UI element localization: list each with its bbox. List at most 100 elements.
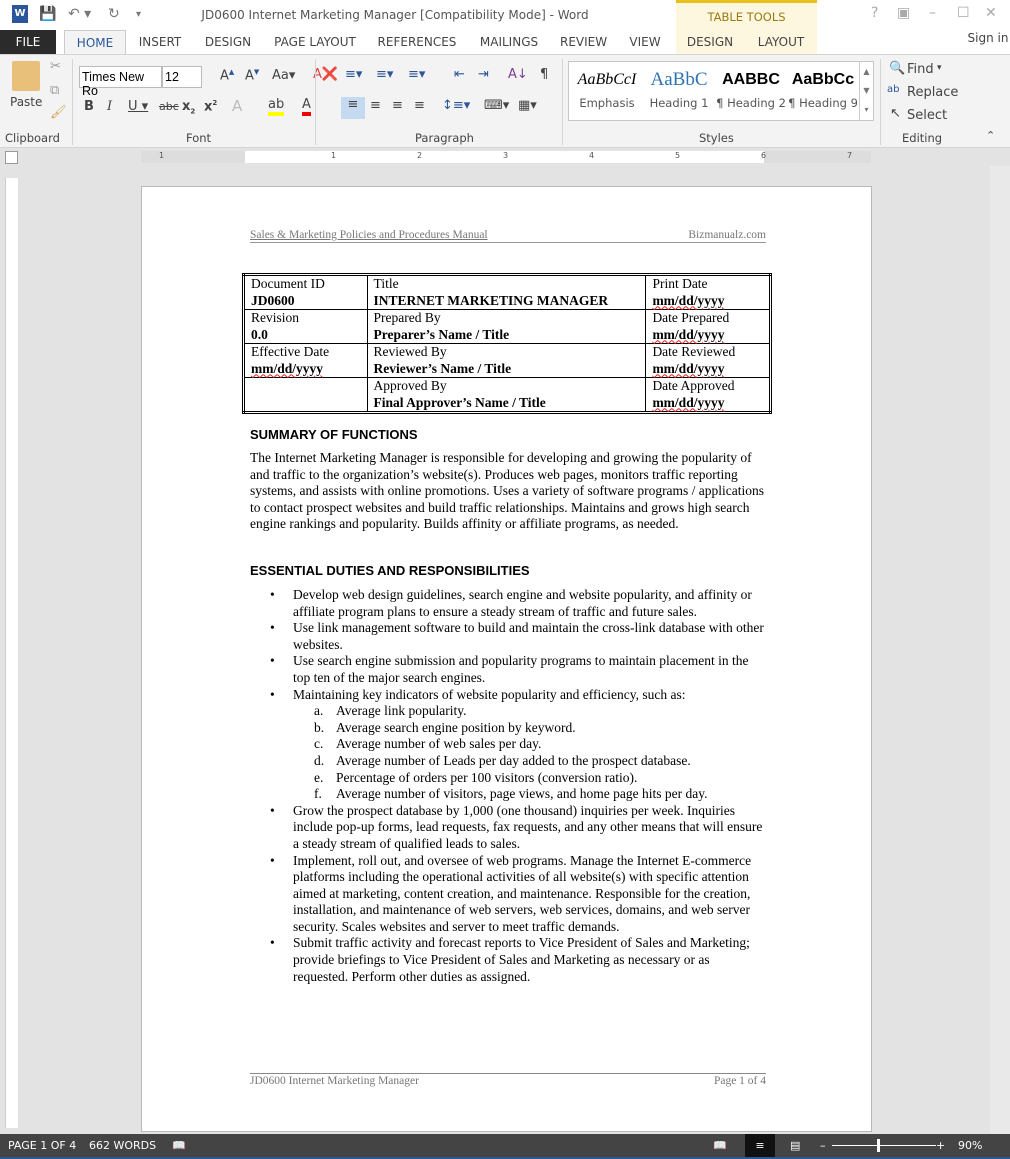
change-case-icon[interactable]: Aa▾: [272, 68, 295, 83]
zoom-level[interactable]: 90%: [958, 1134, 982, 1157]
info-table-cell[interactable]: Date Approved mm/dd/yyyy: [645, 377, 771, 413]
word-count[interactable]: 662 WORDS: [89, 1134, 156, 1157]
info-table-cell[interactable]: Date Reviewed mm/dd/yyyy: [645, 343, 771, 378]
styles-scroll[interactable]: ▲ ▼ ▾: [859, 62, 873, 120]
bullets-icon[interactable]: ≡▾: [345, 67, 362, 82]
shading-icon[interactable]: ⌨▾: [484, 98, 509, 113]
info-table-cell[interactable]: Effective Date mm/dd/yyyy: [243, 343, 368, 378]
line-spacing-icon[interactable]: ↕≡▾: [442, 98, 470, 113]
info-table-cell[interactable]: [243, 377, 368, 413]
document-page[interactable]: Sales & Marketing Policies and Procedure…: [141, 186, 872, 1132]
duty-text: Submit traffic activity and forecast rep…: [293, 935, 750, 984]
align-left-icon[interactable]: ≡: [341, 97, 365, 119]
sort-icon[interactable]: A↓: [508, 67, 528, 82]
tab-table-design[interactable]: DESIGN: [684, 30, 736, 54]
tab-file[interactable]: FILE: [0, 30, 56, 54]
page-count[interactable]: PAGE 1 OF 4: [8, 1134, 76, 1157]
text-effects-icon[interactable]: A: [232, 97, 242, 115]
paste-button[interactable]: Paste: [10, 95, 42, 109]
font-color-icon[interactable]: A: [302, 97, 311, 116]
numbering-icon[interactable]: ≡▾: [376, 67, 393, 82]
info-table-cell[interactable]: Revision 0.0: [243, 309, 368, 344]
find-button[interactable]: Find: [907, 62, 934, 77]
print-layout-icon[interactable]: ≡: [745, 1134, 775, 1157]
increase-indent-icon[interactable]: ⇥: [478, 67, 489, 82]
font-name-combo[interactable]: Times New Ro: [79, 66, 162, 98]
info-table-cell[interactable]: Prepared By Preparer’s Name / Title: [366, 309, 647, 344]
zoom-slider[interactable]: [832, 1145, 936, 1146]
minimize-icon[interactable]: –: [929, 5, 936, 21]
close-icon[interactable]: ✕: [985, 5, 997, 21]
info-table-cell[interactable]: Date Prepared mm/dd/yyyy: [645, 309, 771, 344]
sign-in-link[interactable]: Sign in: [966, 26, 1010, 50]
style-emphasis[interactable]: AaBbCcI Emphasis: [571, 62, 643, 110]
replace-icon[interactable]: ab: [887, 84, 899, 95]
paste-icon[interactable]: [12, 61, 40, 91]
select-cursor-icon[interactable]: ↖: [890, 106, 901, 121]
shrink-font-icon[interactable]: A▼: [245, 68, 259, 83]
underline-icon[interactable]: U ▾: [128, 99, 148, 114]
copy-icon[interactable]: ⧉: [50, 83, 59, 98]
zoom-slider-thumb[interactable]: [877, 1139, 881, 1152]
info-table-cell[interactable]: Title INTERNET MARKETING MANAGER: [366, 274, 647, 310]
cut-icon[interactable]: ✂: [50, 59, 61, 74]
info-table-cell[interactable]: Reviewed By Reviewer’s Name / Title: [366, 343, 647, 378]
subscript-icon[interactable]: x2: [182, 99, 195, 116]
style-heading-1[interactable]: AaBbC Heading 1: [643, 62, 715, 110]
help-icon[interactable]: ?: [871, 5, 878, 21]
maximize-icon[interactable]: ☐: [957, 5, 970, 21]
tab-page-layout[interactable]: PAGE LAYOUT: [272, 30, 358, 54]
show-formatting-icon[interactable]: ¶: [540, 67, 548, 82]
justify-icon[interactable]: ≡: [414, 98, 425, 113]
read-mode-icon[interactable]: 📖: [713, 1134, 727, 1157]
ribbon-display-icon[interactable]: ▣: [897, 5, 910, 21]
tab-insert[interactable]: INSERT: [134, 30, 186, 54]
find-dropdown-icon[interactable]: ▾: [937, 63, 942, 73]
cell-value: mm/dd/yyyy: [652, 292, 725, 308]
tab-table-layout[interactable]: LAYOUT: [752, 30, 810, 54]
decrease-indent-icon[interactable]: ⇤: [454, 67, 465, 82]
tab-review[interactable]: REVIEW: [560, 30, 607, 54]
find-icon[interactable]: 🔍: [889, 61, 905, 76]
replace-button[interactable]: Replace: [907, 85, 958, 100]
duty-text: Maintaining key indicators of website po…: [293, 686, 686, 702]
tab-design[interactable]: DESIGN: [200, 30, 256, 54]
style-preview: AaBbC: [650, 69, 708, 90]
tab-view[interactable]: VIEW: [626, 30, 664, 54]
grow-font-icon[interactable]: A▲: [220, 68, 234, 83]
align-right-icon[interactable]: ≡: [392, 98, 403, 113]
strikethrough-icon[interactable]: abc: [159, 100, 179, 113]
format-painter-icon[interactable]: 🖌: [50, 105, 67, 120]
document-info-table[interactable]: Document ID JD0600 Title INTERNET MARKETING…: [242, 273, 772, 414]
font-size-combo[interactable]: 12: [162, 66, 202, 88]
superscript-icon[interactable]: x2: [204, 99, 217, 114]
align-center-icon[interactable]: ≡: [370, 98, 381, 113]
proofing-icon[interactable]: 📖: [172, 1134, 186, 1157]
style-heading-9[interactable]: AaBbCc ¶ Heading 9: [787, 62, 859, 110]
table-tools-label: TABLE TOOLS: [707, 10, 786, 24]
italic-icon[interactable]: I: [107, 99, 112, 114]
bullet-icon: •: [270, 587, 275, 602]
clear-formatting-icon[interactable]: A❌: [313, 67, 338, 82]
style-heading-2[interactable]: AABBC ¶ Heading 2: [715, 62, 787, 110]
zoom-out-icon[interactable]: –: [820, 1134, 826, 1157]
collapse-ribbon-icon[interactable]: ⌃: [986, 129, 995, 142]
borders-icon[interactable]: ▦▾: [518, 98, 537, 113]
select-button[interactable]: Select: [907, 108, 947, 123]
info-table-cell[interactable]: Document ID JD0600: [243, 274, 368, 310]
tab-mailings[interactable]: MAILINGS: [474, 30, 544, 54]
info-table-cell[interactable]: Approved By Final Approver’s Name / Title: [366, 377, 647, 413]
bold-icon[interactable]: B: [84, 99, 94, 114]
multilevel-list-icon[interactable]: ≡▾: [408, 67, 425, 82]
list-letter: a.: [314, 703, 324, 719]
tab-references[interactable]: REFERENCES: [376, 30, 458, 54]
tab-home[interactable]: HOME: [64, 30, 126, 55]
zoom-in-icon[interactable]: +: [936, 1134, 945, 1157]
header-right: Bizmanualz.com: [688, 229, 766, 241]
tab-selector[interactable]: [5, 151, 18, 164]
vertical-scrollbar[interactable]: [990, 166, 1010, 1134]
web-layout-icon[interactable]: ▤: [790, 1134, 800, 1157]
highlight-color-icon[interactable]: ab: [268, 97, 285, 116]
horizontal-ruler[interactable]: 1 1 2 3 4 5 6 7: [0, 148, 1010, 166]
info-table-cell[interactable]: Print Date mm/dd/yyyy: [645, 274, 771, 310]
